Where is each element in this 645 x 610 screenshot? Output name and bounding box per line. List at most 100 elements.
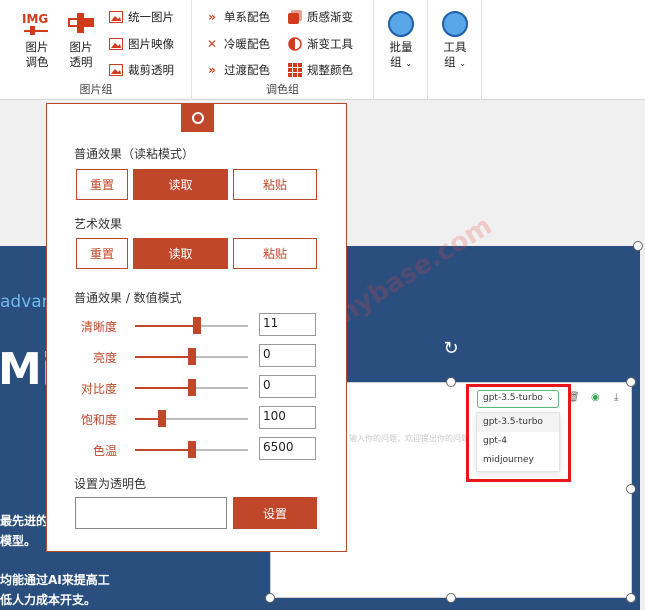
slide-line-2: 模型。 bbox=[0, 534, 37, 548]
brightness-slider[interactable] bbox=[135, 348, 248, 365]
batch-group-label1: 批量 bbox=[389, 40, 413, 54]
cool-warm-color-button[interactable]: ✕ 冷暖配色 bbox=[204, 34, 270, 54]
blue-circle-icon bbox=[435, 8, 475, 40]
resize-handle[interactable] bbox=[265, 593, 275, 603]
rotate-handle-icon[interactable]: ↻ bbox=[440, 338, 462, 360]
tool-group-button[interactable]: 工具 组 ⌄ bbox=[435, 8, 475, 71]
brightness-label: 亮度 bbox=[92, 351, 117, 365]
cross-icon: ✕ bbox=[206, 37, 218, 51]
tool-group: 工具 组 ⌄ bbox=[428, 0, 482, 100]
clarity-label: 清晰度 bbox=[80, 320, 117, 334]
single-color-button[interactable]: » 单系配色 bbox=[204, 7, 270, 27]
image-transparent-label1: 图片 bbox=[69, 40, 93, 54]
slider-thumb[interactable] bbox=[158, 410, 166, 427]
regular-color-button[interactable]: 规整颜色 bbox=[287, 60, 353, 80]
resize-handle[interactable] bbox=[446, 377, 456, 387]
color-temp-label: 色温 bbox=[92, 444, 117, 458]
slide-text-partial: advar bbox=[0, 292, 49, 312]
gradient-tool-button[interactable]: 渐变工具 bbox=[287, 34, 353, 54]
saturation-label: 饱和度 bbox=[80, 413, 117, 427]
crop-transparent-button[interactable]: 裁剪透明 bbox=[108, 60, 174, 80]
unify-image-label: 统一图片 bbox=[128, 10, 174, 24]
section-transparent-color: 设置为透明色 bbox=[74, 477, 147, 491]
tool-group-label2: 组 ⌄ bbox=[444, 55, 466, 69]
section-normal-effects: 普通效果（读粘模式） bbox=[74, 147, 195, 161]
gradient-tool-label: 渐变工具 bbox=[307, 37, 353, 51]
contrast-value[interactable]: 0 bbox=[259, 375, 316, 398]
transparent-slider-icon bbox=[61, 8, 101, 40]
paste-button[interactable]: 粘贴 bbox=[233, 169, 317, 200]
image-mapping-button[interactable]: 图片映像 bbox=[108, 34, 174, 54]
clarity-value[interactable]: 11 bbox=[259, 313, 316, 336]
image-color-label1: 图片 bbox=[25, 40, 49, 54]
saturation-value[interactable]: 100 bbox=[259, 406, 316, 429]
texture-gradient-button[interactable]: 质感渐变 bbox=[287, 7, 353, 27]
img-icon: IMG bbox=[17, 8, 57, 40]
color-temp-value[interactable]: 6500 bbox=[259, 437, 316, 460]
blue-circle-icon bbox=[381, 8, 421, 40]
color-temp-slider[interactable] bbox=[135, 441, 248, 458]
slider-thumb[interactable] bbox=[193, 317, 201, 334]
contrast-label: 对比度 bbox=[80, 382, 117, 396]
unify-image-button[interactable]: 统一图片 bbox=[108, 7, 174, 27]
transition-color-button[interactable]: » 过渡配色 bbox=[204, 60, 270, 80]
set-button[interactable]: 设置 bbox=[233, 497, 317, 529]
chevron-down-icon: ⌄ bbox=[405, 59, 412, 68]
brightness-value[interactable]: 0 bbox=[259, 344, 316, 367]
slider-thumb[interactable] bbox=[188, 379, 196, 396]
resize-handle[interactable] bbox=[626, 593, 636, 603]
art-reset-button[interactable]: 重置 bbox=[76, 238, 128, 269]
single-color-label: 单系配色 bbox=[224, 10, 270, 24]
ribbon-toolbar: IMG 图片 调色 图片 透明 统一图片 图片映像 裁剪透明 图片组 » 单系配… bbox=[0, 0, 645, 100]
saturation-slider[interactable] bbox=[135, 410, 248, 427]
image-transparent-button[interactable]: 图片 透明 bbox=[61, 8, 101, 70]
batch-group-label2: 组 ⌄ bbox=[390, 55, 412, 69]
picture-icon bbox=[108, 36, 124, 52]
slide-line-4: 低人力成本开支。 bbox=[0, 593, 97, 607]
color-group-label: 调色组 bbox=[266, 83, 299, 96]
picture-icon bbox=[108, 62, 124, 78]
panel-toggle[interactable] bbox=[181, 103, 214, 132]
reset-button[interactable]: 重置 bbox=[76, 169, 128, 200]
slide-line-3: 均能通过AI来提高工 bbox=[0, 573, 110, 587]
image-mapping-label: 图片映像 bbox=[128, 37, 174, 51]
download-icon: ⤓ bbox=[614, 392, 619, 403]
transparent-color-input[interactable] bbox=[75, 497, 227, 529]
picture-icon bbox=[108, 9, 124, 25]
art-read-button[interactable]: 读取 bbox=[133, 238, 228, 269]
layers-icon bbox=[287, 9, 303, 25]
contrast-slider[interactable] bbox=[135, 379, 248, 396]
double-chevron-down-icon: » bbox=[208, 10, 216, 24]
chevron-down-icon: ⌄ bbox=[459, 59, 466, 68]
clarity-slider[interactable] bbox=[135, 317, 248, 334]
crop-transparent-label: 裁剪透明 bbox=[128, 63, 174, 77]
half-circle-icon bbox=[287, 36, 303, 52]
slider-thumb[interactable] bbox=[188, 441, 196, 458]
texture-gradient-label: 质感渐变 bbox=[307, 10, 353, 24]
chat-placeholder: 输入你的问题，欢迎提出你的问题 bbox=[349, 434, 469, 443]
tool-group-label1: 工具 bbox=[443, 40, 467, 54]
image-effects-panel: 普通效果（读粘模式） 重置 读取 粘贴 艺术效果 重置 读取 粘贴 普通效果 /… bbox=[46, 103, 347, 552]
image-transparent-label2: 透明 bbox=[69, 55, 93, 69]
image-group-label: 图片组 bbox=[79, 83, 113, 96]
double-chevron-right-icon: » bbox=[208, 63, 216, 77]
cool-warm-color-label: 冷暖配色 bbox=[224, 37, 270, 51]
transition-color-label: 过渡配色 bbox=[224, 63, 270, 77]
img-icon-text: IMG bbox=[22, 12, 49, 26]
section-numeric-mode: 普通效果 / 数值模式 bbox=[74, 291, 182, 305]
resize-handle[interactable] bbox=[626, 377, 636, 387]
resize-handle[interactable] bbox=[446, 593, 456, 603]
image-color-button[interactable]: IMG 图片 调色 bbox=[17, 8, 57, 70]
batch-group: 批量 组 ⌄ bbox=[374, 0, 428, 100]
color-group: » 单系配色 ✕ 冷暖配色 » 过渡配色 质感渐变 渐变工具 规整颜色 调色组 bbox=[192, 0, 374, 100]
circle-icon bbox=[191, 111, 204, 124]
resize-handle[interactable] bbox=[626, 484, 636, 494]
read-button[interactable]: 读取 bbox=[133, 169, 228, 200]
resize-handle[interactable] bbox=[633, 241, 643, 251]
slide-line-1: 最先进的 bbox=[0, 514, 49, 528]
regular-color-label: 规整颜色 bbox=[307, 63, 353, 77]
art-paste-button[interactable]: 粘贴 bbox=[233, 238, 317, 269]
section-art-effects: 艺术效果 bbox=[74, 217, 123, 231]
batch-group-button[interactable]: 批量 组 ⌄ bbox=[381, 8, 421, 71]
slider-thumb[interactable] bbox=[188, 348, 196, 365]
